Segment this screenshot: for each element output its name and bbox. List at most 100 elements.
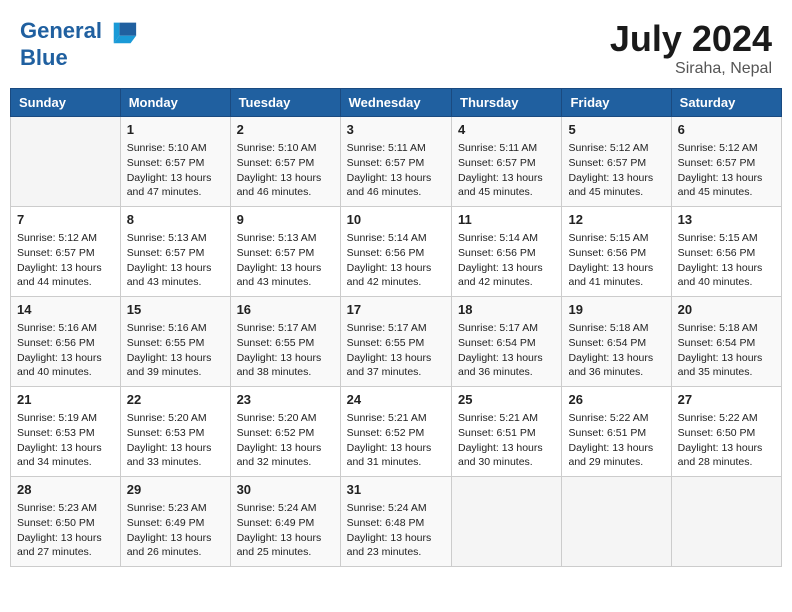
sunset-text: Sunset: 6:55 PM <box>347 336 445 351</box>
day-number: 14 <box>17 301 114 319</box>
daylight-text: Daylight: 13 hours and 36 minutes. <box>458 351 555 380</box>
day-number: 9 <box>237 211 334 229</box>
logo: General Blue <box>20 18 138 70</box>
daylight-text: Daylight: 13 hours and 39 minutes. <box>127 351 224 380</box>
day-cell <box>562 477 671 567</box>
sunrise-text: Sunrise: 5:13 AM <box>237 231 334 246</box>
sunrise-text: Sunrise: 5:24 AM <box>237 501 334 516</box>
daylight-text: Daylight: 13 hours and 41 minutes. <box>568 261 664 290</box>
page-header: General Blue July 2024 Siraha, Nepal <box>10 10 782 82</box>
sunrise-text: Sunrise: 5:15 AM <box>678 231 775 246</box>
day-cell: 21Sunrise: 5:19 AMSunset: 6:53 PMDayligh… <box>11 387 121 477</box>
sunrise-text: Sunrise: 5:20 AM <box>237 411 334 426</box>
day-cell: 25 Sunrise: 5:21 AMSunset: 6:51 PMDayligh… <box>452 387 562 477</box>
sunrise-text: Sunrise: 5:18 AM <box>678 321 775 336</box>
sunrise-text: Sunrise: 5:14 AM <box>458 231 555 246</box>
day-number: 26 <box>568 391 664 409</box>
day-cell: 17Sunrise: 5:17 AMSunset: 6:55 PMDayligh… <box>340 297 451 387</box>
sunrise-text: Sunrise: 5:12 AM <box>568 141 664 156</box>
day-number: 5 <box>568 121 664 139</box>
day-number: 22 <box>127 391 224 409</box>
daylight-text: Daylight: 13 hours and 32 minutes. <box>237 441 334 470</box>
daylight-text: Daylight: 13 hours and 30 minutes. <box>458 441 555 470</box>
day-cell: 14Sunrise: 5:16 AMSunset: 6:56 PMDayligh… <box>11 297 121 387</box>
sunrise-text: Sunrise: 5:17 AM <box>237 321 334 336</box>
day-number: 21 <box>17 391 114 409</box>
daylight-text: Daylight: 13 hours and 47 minutes. <box>127 171 224 200</box>
week-row-4: 21 Sunrise: 5:19 AM Sunset: 6:53 PM Dayligh… <box>11 387 782 477</box>
day-cell: 5Sunrise: 5:12 AMSunset: 6:57 PMDaylight… <box>562 117 671 207</box>
day-cell: 6Sunrise: 5:12 AMSunset: 6:57 PMDaylight… <box>671 117 781 207</box>
sunset-text: Sunset: 6:51 PM <box>568 426 664 441</box>
sunset-text: Sunset: 6:56 PM <box>568 246 664 261</box>
sunrise-text: Sunrise: 5:24 AM <box>347 501 445 516</box>
sunrise-text: Sunrise: 5:11 AM <box>347 141 445 156</box>
sunset-text: Sunset: 6:56 PM <box>678 246 775 261</box>
day-cell: 22Sunrise: 5:20 AMSunset: 6:53 PMDayligh… <box>120 387 230 477</box>
day-cell: 15Sunrise: 5:16 AMSunset: 6:55 PMDayligh… <box>120 297 230 387</box>
sunrise-text: Sunrise: 5:23 AM <box>17 501 114 516</box>
day-number: 20 <box>678 301 775 319</box>
title-area: July 2024 Siraha, Nepal <box>610 18 772 78</box>
daylight-text: Daylight: 13 hours and 42 minutes. <box>458 261 555 290</box>
sunset-text: Sunset: 6:49 PM <box>237 516 334 531</box>
day-number: 6 <box>678 121 775 139</box>
day-cell: 30 Sunrise: 5:24 AMSunset: 6:49 PMDayligh… <box>230 477 340 567</box>
daylight-text: Daylight: 13 hours and 45 minutes. <box>568 171 664 200</box>
sunset-text: Sunset: 6:55 PM <box>127 336 224 351</box>
sunrise-text: Sunrise: 5:16 AM <box>127 321 224 336</box>
sunrise-text: Sunrise: 5:14 AM <box>347 231 445 246</box>
sunrise-text: Sunrise: 5:11 AM <box>458 141 555 156</box>
week-row-3: 14Sunrise: 5:16 AMSunset: 6:56 PMDayligh… <box>11 297 782 387</box>
day-cell: 19Sunrise: 5:18 AMSunset: 6:54 PMDayligh… <box>562 297 671 387</box>
sunset-text: Sunset: 6:56 PM <box>458 246 555 261</box>
day-number: 16 <box>237 301 334 319</box>
day-number: 25 <box>458 391 555 409</box>
week-row-2: 7Sunrise: 5:12 AMSunset: 6:57 PMDaylight… <box>11 207 782 297</box>
day-number: 28 <box>17 481 114 499</box>
sunrise-text: Sunrise: 5:17 AM <box>347 321 445 336</box>
day-number: 30 <box>237 481 334 499</box>
day-number: 3 <box>347 121 445 139</box>
daylight-text: Daylight: 13 hours and 25 minutes. <box>237 531 334 560</box>
day-cell: 28Sunrise: 5:23 AMSunset: 6:50 PMDayligh… <box>11 477 121 567</box>
header-cell-thursday: Thursday <box>452 89 562 117</box>
sunrise-text: Sunrise: 5:19 AM <box>17 411 114 426</box>
header-cell-tuesday: Tuesday <box>230 89 340 117</box>
sunset-text: Sunset: 6:51 PM <box>458 426 555 441</box>
sunrise-text: Sunrise: 5:16 AM <box>17 321 114 336</box>
day-cell: 26Sunrise: 5:22 AMSunset: 6:51 PMDayligh… <box>562 387 671 477</box>
sunset-text: Sunset: 6:57 PM <box>17 246 114 261</box>
daylight-text: Daylight: 13 hours and 40 minutes. <box>17 351 114 380</box>
day-number: 19 <box>568 301 664 319</box>
day-cell <box>671 477 781 567</box>
day-cell: 4Sunrise: 5:11 AMSunset: 6:57 PMDaylight… <box>452 117 562 207</box>
sunset-text: Sunset: 6:57 PM <box>347 156 445 171</box>
day-number: 29 <box>127 481 224 499</box>
day-cell: 2Sunrise: 5:10 AMSunset: 6:57 PMDaylight… <box>230 117 340 207</box>
sunset-text: Sunset: 6:53 PM <box>127 426 224 441</box>
daylight-text: Daylight: 13 hours and 23 minutes. <box>347 531 445 560</box>
logo-line2: Blue <box>20 46 138 70</box>
day-cell <box>452 477 562 567</box>
sunset-text: Sunset: 6:56 PM <box>347 246 445 261</box>
daylight-text: Daylight: 13 hours and 36 minutes. <box>568 351 664 380</box>
sunset-text: Sunset: 6:57 PM <box>678 156 775 171</box>
sunset-text: Sunset: 6:49 PM <box>127 516 224 531</box>
sunrise-text: Sunrise: 5:12 AM <box>678 141 775 156</box>
daylight-text: Daylight: 13 hours and 31 minutes. <box>347 441 445 470</box>
sunrise-text: Sunrise: 5:23 AM <box>127 501 224 516</box>
sunrise-text: Sunrise: 5:21 AM <box>458 411 555 426</box>
day-number: 7 <box>17 211 114 229</box>
sunset-text: Sunset: 6:50 PM <box>678 426 775 441</box>
day-cell: 29Sunrise: 5:23 AMSunset: 6:49 PMDayligh… <box>120 477 230 567</box>
daylight-text: Daylight: 13 hours and 37 minutes. <box>347 351 445 380</box>
sunset-text: Sunset: 6:57 PM <box>127 246 224 261</box>
sunset-text: Sunset: 6:50 PM <box>17 516 114 531</box>
day-number: 4 <box>458 121 555 139</box>
sunrise-text: Sunrise: 5:10 AM <box>237 141 334 156</box>
day-number: 23 <box>237 391 334 409</box>
daylight-text: Daylight: 13 hours and 29 minutes. <box>568 441 664 470</box>
sunset-text: Sunset: 6:57 PM <box>458 156 555 171</box>
day-cell: 23Sunrise: 5:20 AMSunset: 6:52 PMDayligh… <box>230 387 340 477</box>
